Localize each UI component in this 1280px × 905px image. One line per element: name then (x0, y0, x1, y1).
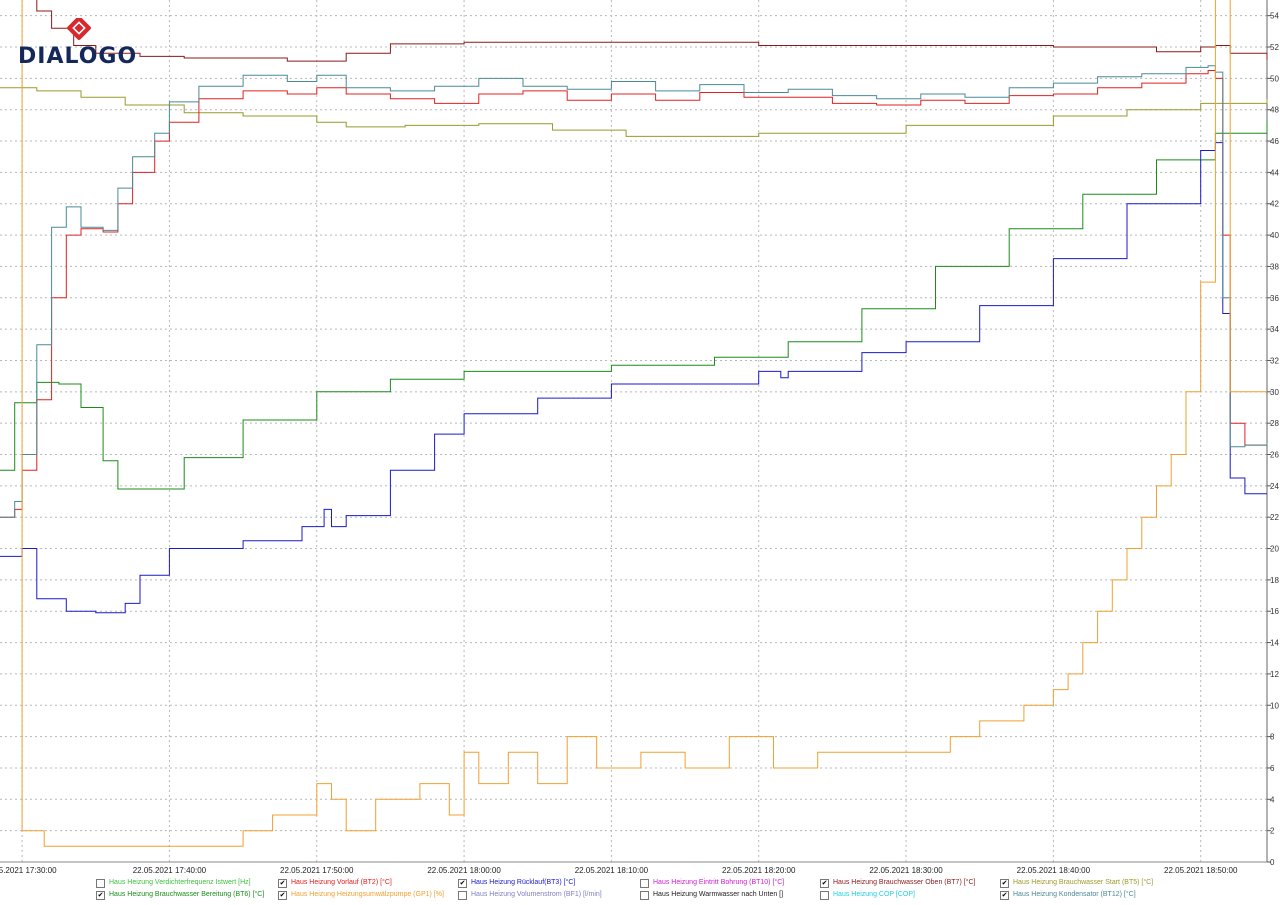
legend-checkbox[interactable]: ✔ (278, 890, 287, 900)
legend-item[interactable]: ✔ Haus Heizung Brauchwasser Oben (BT7) [°… (820, 877, 975, 889)
legend-checkbox[interactable]: ✔ (96, 890, 105, 900)
y-tick-label: 0 (1270, 858, 1275, 867)
series-line (0, 142, 1267, 614)
y-tick-label: 44 (1270, 168, 1279, 177)
legend-label: Haus Heizung Heizungsumwälzpumpe (GP1) [… (291, 891, 444, 898)
legend-item[interactable]: Haus Heizung Volumenstrom (BF1) [l/min] (458, 889, 602, 901)
y-tick-label: 48 (1270, 106, 1279, 115)
y-tick-label: 32 (1270, 356, 1279, 365)
legend-checkbox[interactable]: ✔ (820, 878, 829, 888)
y-tick-label: 2 (1270, 827, 1275, 836)
legend-item[interactable]: ✔ Haus Heizung Heizungsumwälzpumpe (GP1) … (278, 889, 444, 901)
series-line (36, 0, 1268, 62)
y-tick-label: 34 (1270, 325, 1279, 334)
series-line (0, 120, 1268, 490)
legend-item[interactable]: ✔ Haus Heizung Brauchwasser Bereitung (BT… (96, 889, 264, 901)
series-line (0, 87, 1268, 137)
legend-checkbox[interactable] (640, 878, 649, 888)
x-tick-label: 22.05.2021 18:00:00 (427, 866, 501, 875)
legend-item[interactable]: Haus Heizung COP [COP] (820, 889, 915, 901)
y-tick-label: 36 (1270, 294, 1279, 303)
y-tick-label: 4 (1270, 795, 1275, 804)
legend-checkbox[interactable] (820, 890, 829, 900)
y-tick-label: 42 (1270, 200, 1279, 209)
y-tick-label: 10 (1270, 701, 1279, 710)
y-tick-label: 24 (1270, 482, 1279, 491)
y-tick-label: 8 (1270, 733, 1275, 742)
y-tick-label: 28 (1270, 419, 1279, 428)
legend-label: Haus Heizung COP [COP] (833, 891, 915, 898)
line-chart: 5452504846444240383634323028262422201816… (0, 0, 1279, 875)
y-tick-label: 16 (1270, 607, 1279, 616)
legend-checkbox[interactable]: ✔ (278, 878, 287, 888)
legend-label: Haus Heizung Kondensator (BT12) [°C] (1013, 891, 1136, 898)
legend-item[interactable]: Haus Heizung Warmwasser nach Unten [] (640, 889, 783, 901)
y-tick-label: 52 (1270, 43, 1279, 52)
legend-label: Haus Heizung Eintritt Bohrung (BT10) [°C… (653, 879, 785, 886)
series-line (0, 65, 1268, 518)
y-tick-label: 18 (1270, 576, 1279, 585)
logo-mark-icon (67, 16, 91, 40)
x-tick-label: 22.05.2021 18:30:00 (869, 866, 943, 875)
legend-checkbox[interactable] (640, 890, 649, 900)
x-tick-label: 22.05.2021 18:20:00 (722, 866, 796, 875)
y-tick-label: 22 (1270, 513, 1279, 522)
legend-label: Haus Heizung Brauchwasser Oben (BT7) [°C… (833, 879, 976, 886)
legend-item[interactable]: ✔ Haus Heizung Vorlauf (BT2) [°C] (278, 877, 392, 889)
y-tick-label: 30 (1270, 388, 1279, 397)
legend-label: Haus Heizung Brauchwasser Bereitung (BT6… (109, 891, 265, 898)
legend-label: Haus Heizung Verdichterfrequenz Istwert … (109, 879, 251, 886)
y-tick-label: 6 (1270, 764, 1275, 773)
x-tick-label: 22.05.2021 18:10:00 (575, 866, 649, 875)
y-tick-label: 20 (1270, 545, 1279, 554)
legend-item[interactable]: ✔ Haus Heizung Kondensator (BT12) [°C] (1000, 889, 1136, 901)
x-tick-label: 22.05.2021 18:50:00 (1164, 866, 1238, 875)
y-tick-label: 26 (1270, 451, 1279, 460)
legend-label: Haus Heizung Warmwasser nach Unten [] (653, 891, 784, 898)
dialogo-logo: DIALOGO (18, 16, 143, 69)
x-tick-label: 2.05.2021 17:30:00 (0, 866, 57, 875)
y-tick-label: 14 (1270, 639, 1279, 648)
legend-label: Haus Heizung Vorlauf (BT2) [°C] (291, 879, 392, 886)
legend-item[interactable]: Haus Heizung Verdichterfrequenz Istwert … (96, 877, 251, 889)
legend-label: Haus Heizung Rücklauf(BT3) [°C] (471, 879, 576, 886)
y-tick-label: 50 (1270, 74, 1279, 83)
y-tick-label: 46 (1270, 137, 1279, 146)
legend-checkbox[interactable]: ✔ (1000, 878, 1009, 888)
legend-checkbox[interactable] (96, 878, 105, 888)
legend-item[interactable]: ✔ Haus Heizung Rücklauf(BT3) [°C] (458, 877, 575, 889)
legend-item[interactable]: ✔ Haus Heizung Brauchwasser Start (BT5) [… (1000, 877, 1153, 889)
x-tick-label: 22.05.2021 18:40:00 (1017, 866, 1091, 875)
x-tick-label: 22.05.2021 17:40:00 (133, 866, 207, 875)
chart-legend: Haus Heizung Verdichterfrequenz Istwert … (0, 876, 1280, 905)
legend-label: Haus Heizung Brauchwasser Start (BT5) [°… (1013, 879, 1154, 886)
legend-checkbox[interactable]: ✔ (1000, 890, 1009, 900)
y-tick-label: 12 (1270, 670, 1279, 679)
legend-label: Haus Heizung Volumenstrom (BF1) [l/min] (471, 891, 602, 898)
y-tick-label: 40 (1270, 231, 1279, 240)
series-line (0, 70, 1268, 518)
legend-item[interactable]: Haus Heizung Eintritt Bohrung (BT10) [°C… (640, 877, 784, 889)
x-tick-label: 22.05.2021 17:50:00 (280, 866, 354, 875)
y-tick-label: 38 (1270, 262, 1279, 271)
logo-text: DIALOGO (18, 44, 138, 69)
y-tick-label: 54 (1270, 12, 1279, 21)
legend-checkbox[interactable]: ✔ (458, 878, 467, 888)
legend-checkbox[interactable] (458, 890, 467, 900)
